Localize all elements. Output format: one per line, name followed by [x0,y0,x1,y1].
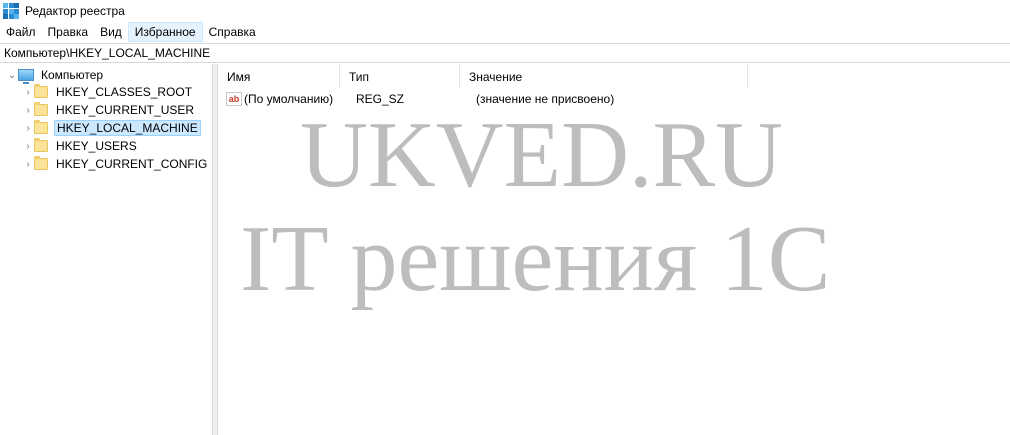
tree-item-label: HKEY_CURRENT_CONFIG [56,157,208,171]
tree-item-hkey-current-user[interactable]: › HKEY_CURRENT_USER [22,101,196,119]
column-header-value[interactable]: Значение [460,64,748,88]
tree-item-computer[interactable]: ⌄ Компьютер [6,66,105,84]
values-list[interactable]: Имя Тип Значение ab (По умолчанию) REG_S… [218,64,1010,435]
value-data: (значение не присвоено) [476,92,615,106]
string-value-icon: ab [226,92,242,106]
tree-item-label: HKEY_USERS [56,139,137,153]
folder-icon [34,120,48,134]
computer-icon [18,69,34,84]
menu-file[interactable]: Файл [0,22,42,42]
list-item[interactable]: ab (По умолчанию) REG_SZ (значение не пр… [218,90,748,108]
tree-item-hkey-classes-root[interactable]: › HKEY_CLASSES_ROOT [22,83,194,101]
list-header: Имя Тип Значение [218,64,748,88]
menu-view[interactable]: Вид [94,22,128,42]
registry-tree[interactable]: ⌄ Компьютер › HKEY_CLASSES_ROOT › HKEY_C… [0,64,212,435]
value-name: (По умолчанию) [244,92,334,106]
chevron-down-icon[interactable]: ⌄ [6,66,18,84]
window-title: Редактор реестра [25,4,125,18]
tree-item-hkey-current-config[interactable]: › HKEY_CURRENT_CONFIG [22,155,209,173]
address-path[interactable]: Компьютер\HKEY_LOCAL_MACHINE [4,46,210,60]
tree-item-label: HKEY_CLASSES_ROOT [56,85,193,99]
chevron-right-icon[interactable]: › [22,155,34,173]
chevron-right-icon[interactable]: › [22,83,34,101]
value-type: REG_SZ [356,92,405,106]
column-header-type[interactable]: Тип [340,64,460,88]
tree-item-label: HKEY_LOCAL_MACHINE [54,120,201,136]
menu-favorites[interactable]: Избранное [127,22,203,42]
chevron-right-icon[interactable]: › [22,137,34,155]
menu-bar: Файл Правка Вид Избранное Справка [0,22,1010,42]
folder-icon [34,84,48,98]
registry-editor-icon [3,3,19,19]
chevron-right-icon[interactable]: › [22,119,34,137]
tree-item-label: HKEY_CURRENT_USER [56,103,195,117]
column-header-name[interactable]: Имя [218,64,340,88]
tree-item-label: Компьютер [41,68,104,82]
tree-item-hkey-local-machine[interactable]: › HKEY_LOCAL_MACHINE [22,119,201,137]
folder-icon [34,102,48,116]
chevron-right-icon[interactable]: › [22,101,34,119]
folder-icon [34,138,48,152]
menu-help[interactable]: Справка [203,22,262,42]
title-bar: Редактор реестра [0,0,1010,22]
menu-edit[interactable]: Правка [42,22,95,42]
tree-item-hkey-users[interactable]: › HKEY_USERS [22,137,139,155]
address-bar[interactable]: Компьютер\HKEY_LOCAL_MACHINE [0,43,1010,63]
folder-icon [34,156,48,170]
